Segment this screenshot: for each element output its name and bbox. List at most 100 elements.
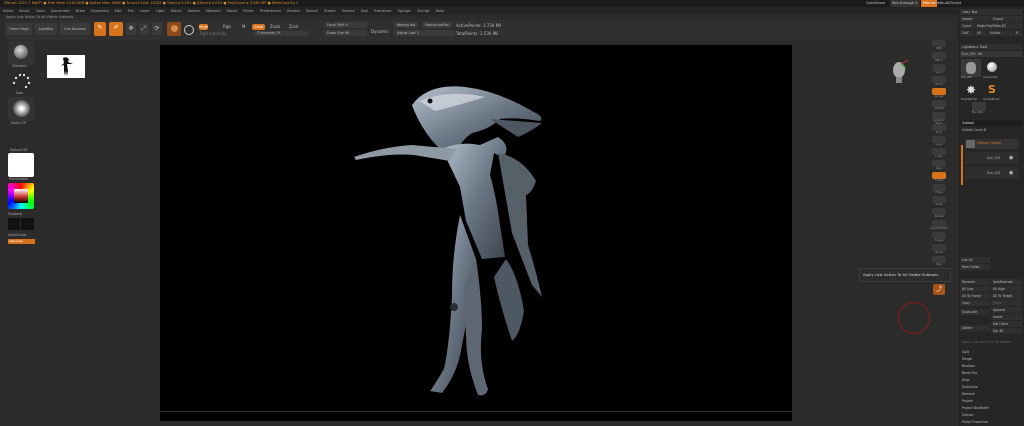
menu-color[interactable]: Color [36,9,45,13]
tray-button-actual[interactable] [932,88,946,95]
material-sphere-button[interactable] [167,22,181,36]
alternate-button[interactable]: Alternate [8,239,35,244]
menu-edit[interactable]: Edit [115,9,122,13]
paste-button[interactable]: Paste [991,300,1022,306]
clone-button[interactable]: Clone [960,23,974,29]
export-button[interactable]: Export [991,16,1022,22]
menu-document[interactable]: Document [51,9,70,13]
menu-tool[interactable]: Tool [361,9,368,13]
menu-brush[interactable]: Brush [19,9,29,13]
home-page-button[interactable]: Home Page [6,23,32,35]
tool-thumbnail-polymesh[interactable]: ✸ [961,81,981,99]
live-boolean-button[interactable]: Live Boolean [60,23,90,35]
all-to-home-button[interactable]: All To Home [960,293,990,299]
tray-button-aahalf[interactable] [932,100,946,107]
new-folder-button[interactable]: New Folder [960,264,990,270]
rgb-intensity-slider[interactable]: Rgb Intensity [200,31,227,36]
z-intensity-slider[interactable]: Z Intensity 25 [254,31,309,36]
rgb-button[interactable]: Rgb [223,24,231,29]
subtool-action-polish-properties[interactable]: Polish Properties [960,419,1022,425]
current-tool-slider[interactable]: Eye_001. 48 [960,51,1022,57]
default-zscript-button[interactable]: DefaultZScript [935,0,961,7]
tray-button-zoom[interactable] [932,76,946,83]
menu-file[interactable]: File [128,9,134,13]
menu-layer[interactable]: Layer [140,9,150,13]
draw-button[interactable]: ✐ [109,22,123,36]
zsub-button[interactable]: Zsub [270,24,280,29]
tray-button-spix-3[interactable] [932,52,946,59]
goz-button[interactable]: GoZ [960,30,974,36]
document-canvas[interactable] [160,45,792,421]
menu-stencil[interactable]: Stencil [306,9,318,13]
tray-button-line-fill-polyf[interactable] [932,220,946,227]
zadd-button[interactable]: Zadd [252,24,265,30]
menu-render[interactable]: Render [287,9,300,13]
secondary-color-swatch[interactable] [21,218,34,230]
subtool-action-distribute[interactable]: Distribute [960,384,1022,390]
all-low-button[interactable]: All Low [960,286,990,292]
adjust-last-slider[interactable]: Adjust Last 1 [394,30,455,36]
see-through-slider[interactable]: See-through 0 [890,0,920,7]
tray-button-gxyz[interactable] [932,160,946,167]
list-all-button[interactable]: List All [960,257,990,263]
quicksave-button[interactable]: QuickSave [866,0,885,7]
replay-last-button[interactable]: ReplayLast [394,22,418,28]
menu-material[interactable]: Material [206,9,221,13]
tray-button-move[interactable] [932,184,946,191]
all-button[interactable]: All [975,30,987,36]
edit-button[interactable]: ✎ [94,22,106,36]
subtool-action-remesh[interactable]: Remesh [960,391,1022,397]
subtool-action-align[interactable]: Align [960,377,1022,383]
menu-stroke[interactable]: Stroke [324,9,335,13]
tray-button-transp[interactable] [932,232,946,239]
visible-button[interactable]: Visible [988,30,1013,36]
preview-thumbnail[interactable] [47,55,85,78]
focal-shift-slider[interactable]: Focal Shift 0 [324,22,367,28]
tray-button-bpr[interactable] [932,40,946,47]
subtool-row-2[interactable]: Eye_001 ◉ [965,152,1019,164]
autoreorder-button[interactable]: AutoReorder [991,279,1022,285]
duplicate-button[interactable]: Duplicate [960,309,990,315]
subtool-action-merge[interactable]: Merge [960,356,1022,362]
tool-thumbnail-eye[interactable] [961,59,981,77]
menu-transform[interactable]: Transform [374,9,392,13]
tool-thumbnail-simplebrush[interactable]: S [983,81,1001,99]
import-button[interactable]: Import [960,16,990,22]
del-all-button[interactable]: Del All [991,328,1022,334]
dynamic-button[interactable]: Dynamic [371,29,389,34]
menu-zplugin[interactable]: Zplugin [398,9,412,13]
m-button[interactable]: M [242,24,245,29]
subtool-header[interactable]: Subtool [960,120,1022,126]
draw-size-slider[interactable]: Draw Size 64 [324,30,367,36]
subtool-action-project[interactable]: Project [960,398,1022,404]
menu-alpha[interactable]: Alpha [3,9,13,13]
tray-button-scale[interactable] [932,196,946,203]
subtool-action-bevel-pro[interactable]: Bevel Pro [960,370,1022,376]
subtool-action-boolean[interactable]: Boolean [960,363,1022,369]
copy-tool-button[interactable]: Copy Tool [960,9,1022,15]
zcut-button[interactable]: Zcut [289,24,298,29]
tray-button-floor[interactable] [932,124,946,131]
tray-button-rotate[interactable] [932,208,946,215]
subtool-action-project-basrelief[interactable]: Project BasRelief [960,405,1022,411]
copy-button[interactable]: Copy [960,300,990,306]
delete-button[interactable]: Delete [960,325,990,331]
tray-button-frame[interactable] [932,172,946,179]
tray-button-local[interactable] [932,136,946,143]
switch-color-button[interactable]: SwitchColor [8,233,27,237]
del-other-button[interactable]: Del Other [991,321,1022,327]
append-button[interactable]: Append [991,307,1022,313]
gyro-button[interactable] [184,23,194,35]
menu-light[interactable]: Light [156,9,165,13]
subtool-scroll-bar[interactable] [961,145,963,185]
tray-button-scroll[interactable] [932,64,946,71]
alpha-thumbnail[interactable] [8,97,34,121]
all-to-target-button[interactable]: All To Target [991,293,1022,299]
lightbox-button[interactable]: LightBox [35,23,57,35]
tray-button-l-sym[interactable] [932,148,946,155]
menu-texture[interactable]: Texture [342,9,355,13]
menu-macro[interactable]: Macro [171,9,182,13]
menu-help[interactable]: Help [436,9,444,13]
subtool-action-split[interactable]: Split [960,349,1022,355]
subtool-action-extract[interactable]: Extract [960,412,1022,418]
